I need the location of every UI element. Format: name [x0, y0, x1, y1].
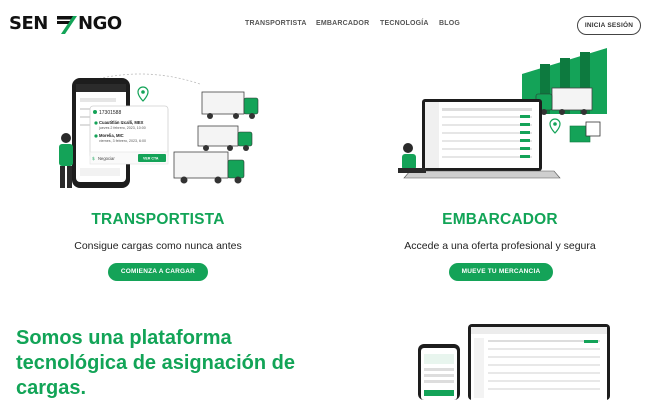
- logo-mark-icon: [57, 16, 77, 34]
- start-loading-button[interactable]: COMIENZA A CARGAR: [108, 263, 208, 281]
- nav-transportista[interactable]: TRANSPORTISTA: [245, 20, 307, 27]
- card-title-transportista: TRANSPORTISTA: [91, 211, 225, 228]
- truck-3: [173, 151, 245, 184]
- svg-text:$: $: [92, 156, 95, 162]
- load-dest-date: viernes, 3 febrero, 2023, 6:00: [99, 139, 146, 143]
- truck-2: [197, 125, 253, 151]
- trucks-phone-illustration: 17301588 Cuautitlán Izcalli, MEX jueves …: [59, 73, 259, 188]
- platform-devices-illustration: [418, 324, 610, 400]
- person-head: [403, 143, 413, 153]
- hero-headline: Somos una plataforma tecnológica de asig…: [16, 326, 346, 400]
- person-body: [59, 144, 73, 166]
- card-subtitle-transportista: Consigue cargas como nunca antes: [74, 240, 242, 252]
- laptop-base: [403, 170, 561, 179]
- truck-1: [201, 91, 259, 119]
- hero-line-2: tecnológica de asignación de: [16, 352, 295, 374]
- logo-text-left: SEN: [9, 13, 48, 34]
- laptop-screen: [425, 102, 539, 168]
- warehouse-laptop-illustration: [398, 48, 607, 179]
- hero-line-3: cargas.: [16, 377, 87, 399]
- card-title-embarcador: EMBARCADOR: [442, 211, 558, 228]
- location-pin-icon: [137, 86, 149, 102]
- load-origin-date: jueves 2 febrero, 2023, 10:00: [98, 126, 146, 130]
- nav-blog[interactable]: BLOG: [439, 20, 460, 27]
- move-merchandise-button[interactable]: MUEVE TU MERCANCIA: [449, 263, 553, 281]
- negociar-label: Negociar: [98, 156, 115, 161]
- location-pin-icon: [549, 118, 561, 134]
- person-head: [61, 133, 71, 143]
- nav-tecnologia[interactable]: TECNOLOGÍA: [380, 20, 429, 27]
- load-origin: Cuautitlán Izcalli, MEX: [99, 120, 144, 125]
- card-subtitle-embarcador: Accede a una oferta profesional y segura: [404, 240, 596, 252]
- load-id: 17301588: [99, 110, 121, 116]
- login-button[interactable]: INICIA SESIÓN: [577, 16, 641, 35]
- phone-action-label: VER CTA: [143, 157, 159, 161]
- warehouse-truck: [551, 87, 593, 111]
- logo-text-right: NGO: [78, 13, 122, 34]
- load-dest: Morelia, MIC: [99, 133, 124, 138]
- nav-embarcador[interactable]: EMBARCADOR: [316, 20, 369, 27]
- hero-line-1: Somos una plataforma: [16, 327, 232, 349]
